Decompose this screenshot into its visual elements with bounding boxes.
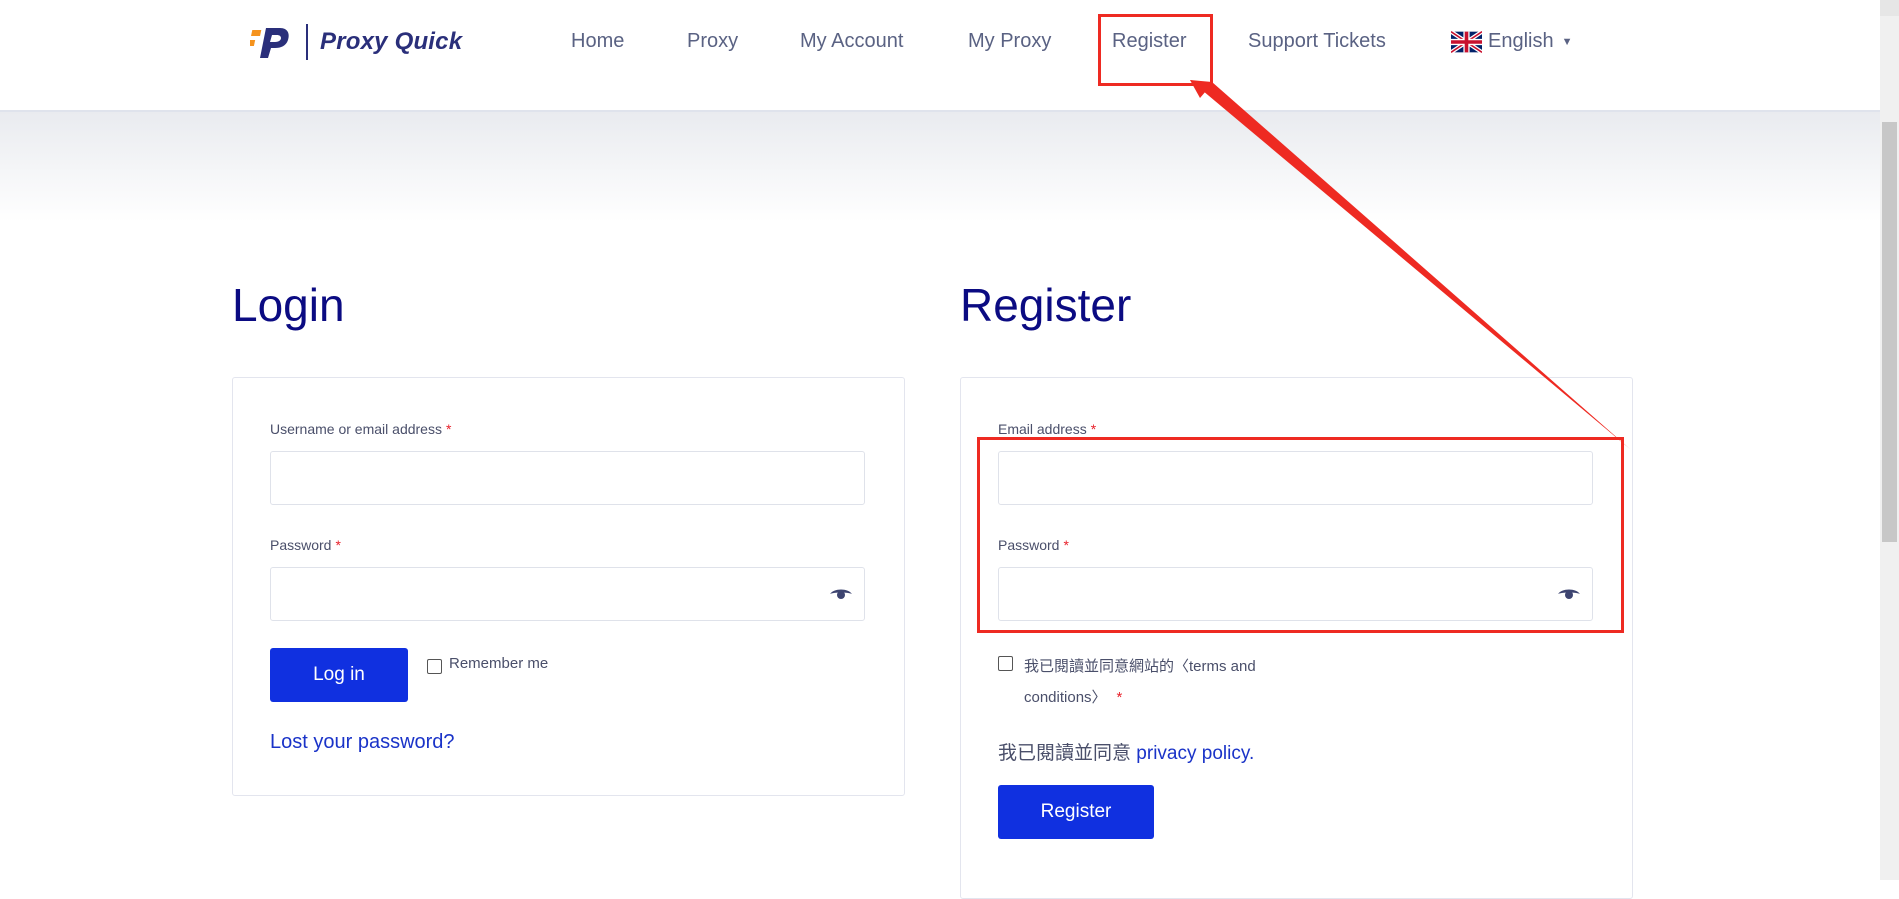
annotation-arrow: [1190, 80, 1630, 449]
